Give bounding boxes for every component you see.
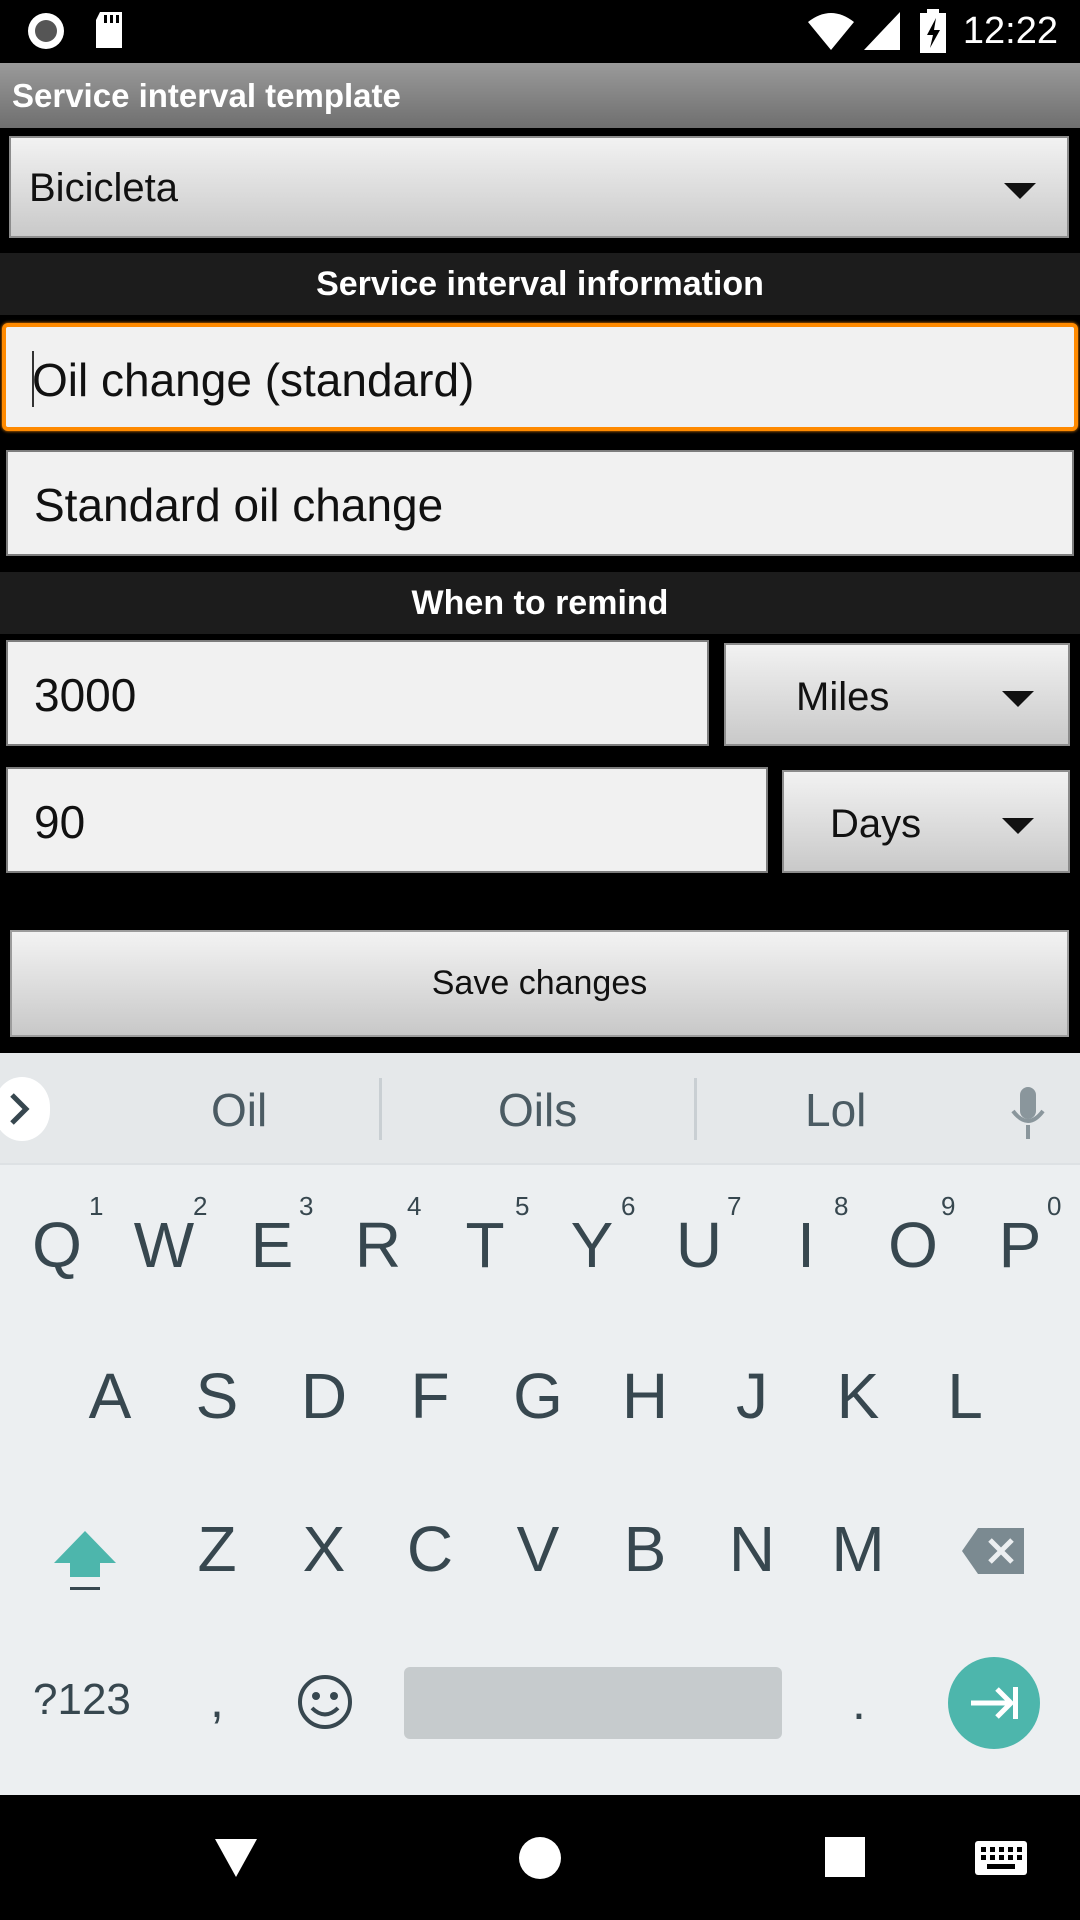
key-hint: 7 — [727, 1191, 742, 1221]
time-field-value: 90 — [34, 796, 86, 848]
key-hint: 5 — [515, 1191, 530, 1221]
key-s[interactable]: S — [172, 1359, 262, 1433]
comma-key[interactable]: , — [210, 1671, 224, 1729]
key-hint: 6 — [621, 1191, 636, 1221]
distance-unit-spinner[interactable]: Miles — [724, 643, 1070, 746]
name-field-value: Oil change (standard) — [32, 354, 475, 406]
record-icon — [28, 13, 64, 49]
status-bar: 12:22 — [0, 0, 1080, 63]
emoji-icon[interactable] — [296, 1673, 354, 1731]
key-h[interactable]: H — [600, 1359, 690, 1433]
time-field[interactable]: 90 — [6, 767, 768, 873]
time-unit-spinner[interactable]: Days — [782, 770, 1070, 873]
suggestion-item[interactable]: Oil — [211, 1083, 267, 1137]
distance-field[interactable]: 3000 — [6, 640, 709, 746]
key-m[interactable]: M — [813, 1512, 903, 1586]
key-l[interactable]: L — [920, 1359, 1010, 1433]
key-b[interactable]: B — [600, 1512, 690, 1586]
suggestion-item[interactable]: Oils — [498, 1083, 577, 1137]
description-field[interactable]: Standard oil change — [6, 450, 1074, 556]
keyboard-icon[interactable] — [973, 1839, 1029, 1877]
key-hint: 3 — [299, 1191, 314, 1221]
template-spinner-value: Bicicleta — [29, 166, 178, 210]
wifi-icon — [808, 13, 854, 50]
microphone-icon[interactable] — [1008, 1087, 1048, 1141]
backspace-icon[interactable] — [960, 1526, 1028, 1576]
key-hint: 4 — [407, 1191, 422, 1221]
back-icon[interactable] — [213, 1835, 259, 1881]
signal-icon — [864, 12, 900, 50]
key-x[interactable]: X — [279, 1512, 369, 1586]
description-field-value: Standard oil change — [34, 479, 444, 531]
status-time: 12:22 — [962, 10, 1058, 52]
key-c[interactable]: C — [385, 1512, 475, 1586]
suggestion-item[interactable]: Lol — [805, 1083, 866, 1137]
spacebar[interactable] — [404, 1667, 782, 1739]
home-icon[interactable] — [517, 1835, 563, 1881]
name-field[interactable]: Oil change (standard) — [2, 323, 1078, 431]
key-z[interactable]: Z — [172, 1512, 262, 1586]
symbols-key[interactable]: ?123 — [33, 1675, 131, 1725]
key-hint: 0 — [1047, 1191, 1062, 1221]
key-j[interactable]: J — [707, 1359, 797, 1433]
distance-field-value: 3000 — [34, 669, 137, 721]
key-v[interactable]: V — [493, 1512, 583, 1586]
key-f[interactable]: F — [385, 1359, 475, 1433]
sd-card-icon — [96, 12, 122, 48]
chevron-down-icon — [1002, 691, 1034, 707]
suggestion-divider — [694, 1078, 697, 1140]
chevron-down-icon — [1004, 183, 1036, 199]
text-cursor — [32, 351, 34, 407]
section-header-remind: When to remind — [0, 572, 1080, 634]
next-field-icon[interactable] — [947, 1656, 1041, 1750]
template-spinner[interactable]: Bicicleta — [9, 136, 1069, 238]
key-d[interactable]: D — [279, 1359, 369, 1433]
save-changes-button[interactable]: Save changes — [10, 930, 1069, 1037]
key-hint: 2 — [193, 1191, 208, 1221]
chevron-down-icon — [1002, 818, 1034, 834]
battery-charging-icon — [920, 9, 946, 53]
key-n[interactable]: N — [707, 1512, 797, 1586]
suggestion-divider — [379, 1078, 382, 1140]
time-unit-value: Days — [830, 802, 922, 846]
distance-unit-value: Miles — [796, 675, 890, 719]
suggestion-strip: Oil Oils Lol — [0, 1053, 1080, 1165]
key-hint: 8 — [834, 1191, 849, 1221]
recents-icon[interactable] — [823, 1835, 867, 1879]
navigation-bar — [0, 1795, 1080, 1920]
section-header-info: Service interval information — [0, 253, 1080, 315]
soft-keyboard: Oil Oils Lol Q 1 W 2 E 3 R 4 T 5 Y 6 U 7… — [0, 1053, 1080, 1795]
period-key[interactable]: . — [852, 1673, 866, 1731]
key-g[interactable]: G — [493, 1359, 583, 1433]
key-hint: 9 — [941, 1191, 956, 1221]
shift-icon[interactable] — [50, 1525, 120, 1595]
key-a[interactable]: A — [65, 1359, 155, 1433]
page-title: Service interval template — [0, 63, 1080, 128]
key-hint: 1 — [89, 1191, 104, 1221]
key-k[interactable]: K — [813, 1359, 903, 1433]
expand-suggestions-icon[interactable] — [0, 1077, 54, 1141]
